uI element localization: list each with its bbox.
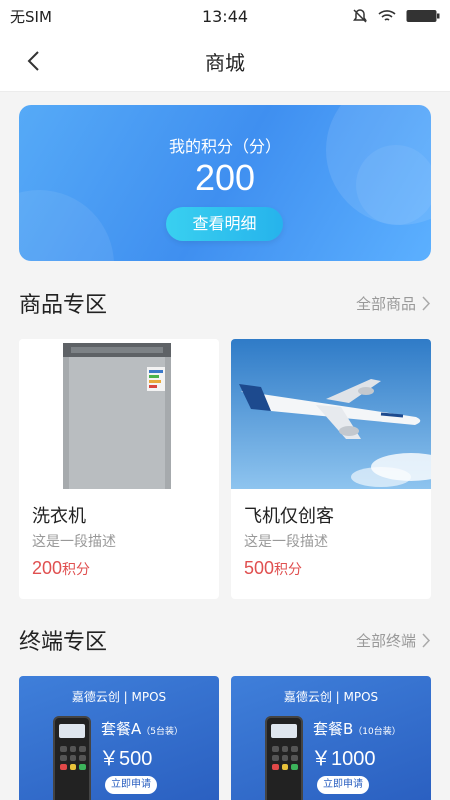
nav-bar: 商城 — [0, 32, 450, 92]
section-title: 商品专区 — [19, 293, 108, 318]
terminals-section-header: 终端专区 全部终端 — [19, 624, 431, 656]
apply-button[interactable]: 立即申请 — [105, 776, 157, 794]
decor-circle — [19, 190, 114, 261]
product-price: 500积分 — [244, 558, 303, 578]
terminal-plan: 套餐B（10台装） — [313, 720, 401, 738]
points-card: 我的积分（分） 200 查看明细 — [19, 105, 431, 261]
airplane-image — [231, 339, 431, 489]
back-button[interactable] — [18, 46, 48, 76]
points-value: 200 — [194, 157, 256, 198]
washing-machine-image — [19, 339, 219, 489]
terminal-brand: 嘉德云创 | MPOS — [71, 690, 167, 704]
pos-device-image — [265, 716, 303, 800]
pos-device-image — [53, 716, 91, 800]
all-products-link[interactable]: 全部商品 — [356, 293, 431, 314]
view-detail-button[interactable]: 查看明细 — [166, 207, 283, 241]
all-terminals-link[interactable]: 全部终端 — [356, 630, 431, 651]
points-label: 我的积分（分） — [168, 137, 281, 156]
products-section-header: 商品专区 全部商品 — [19, 287, 431, 319]
product-name: 飞机仅创客 — [244, 506, 334, 527]
product-card[interactable]: 飞机仅创客 这是一段描述 500积分 — [231, 339, 431, 599]
apply-button[interactable]: 立即申请 — [317, 776, 369, 794]
product-card[interactable]: 洗衣机 这是一段描述 200积分 — [19, 339, 219, 599]
all-terminals-label: 全部终端 — [355, 631, 416, 650]
chevron-right-icon — [422, 295, 431, 311]
terminal-price: ￥1000 — [311, 748, 376, 770]
chevron-right-icon — [422, 632, 431, 648]
all-products-label: 全部商品 — [355, 294, 416, 313]
product-name: 洗衣机 — [32, 506, 86, 527]
status-bar: 无SIM 13:44 — [0, 0, 450, 32]
product-desc: 这是一段描述 — [244, 534, 328, 550]
terminal-plan: 套餐A（5台装） — [101, 720, 183, 738]
page-title: 商城 — [205, 51, 245, 75]
chevron-left-icon — [27, 51, 39, 71]
product-desc: 这是一段描述 — [32, 534, 116, 550]
terminal-card[interactable]: 嘉德云创 | MPOS 套餐B（10台装） ￥1000 立即申请 — [231, 676, 431, 800]
terminal-brand: 嘉德云创 | MPOS — [283, 690, 379, 704]
terminal-price: ￥500 — [99, 748, 153, 770]
product-price: 200积分 — [32, 558, 91, 578]
terminal-card[interactable]: 嘉德云创 | MPOS 套餐A（5台装） ￥500 立即申请 — [19, 676, 219, 800]
section-title: 终端专区 — [19, 630, 108, 655]
clock: 13:44 — [201, 6, 249, 26]
